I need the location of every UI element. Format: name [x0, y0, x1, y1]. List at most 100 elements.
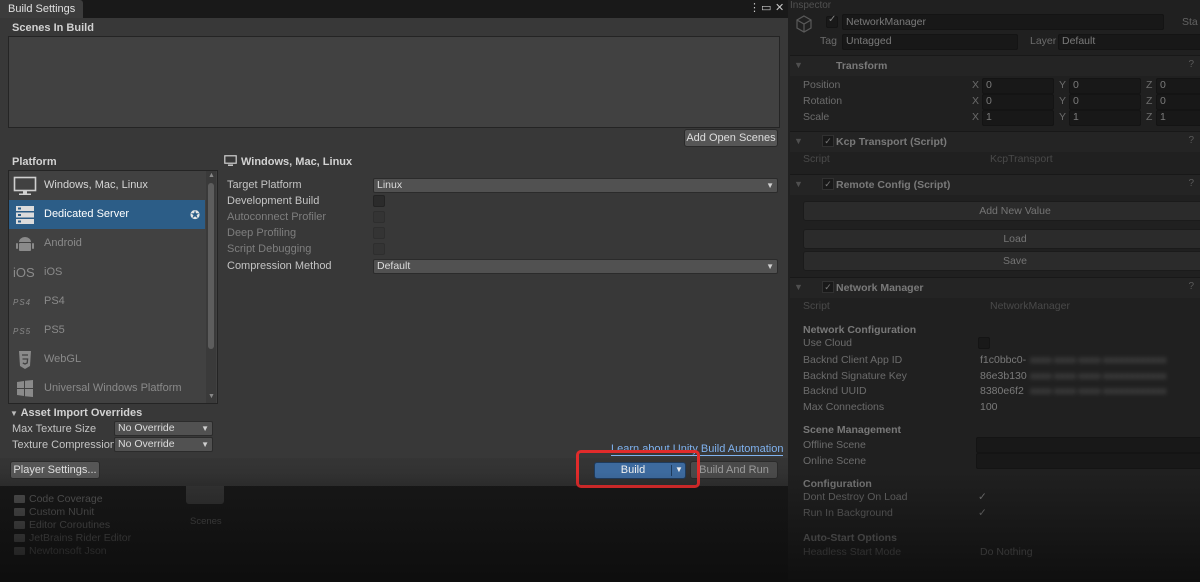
chevron-down-icon: ▼	[201, 424, 209, 433]
folder-icon	[14, 495, 25, 504]
tab-label: Build Settings	[8, 3, 76, 15]
rotation-y-field[interactable]	[1069, 94, 1141, 110]
client-app-id-value[interactable]: f1c0bbc0-	[980, 354, 1026, 366]
compression-method-dropdown[interactable]: Default ▼	[373, 259, 778, 274]
list-item[interactable]: Code Coverage	[14, 493, 103, 505]
signature-key-value[interactable]: 86e3b130	[980, 370, 1027, 382]
dont-destroy-label: Dont Destroy On Load	[803, 491, 908, 503]
nm-script-ref: NetworkManager	[990, 300, 1070, 312]
platform-item-dedicated-server[interactable]: Dedicated Server ✪	[9, 200, 205, 229]
check-icon[interactable]: ✓	[978, 507, 987, 519]
auto-start-options-heading: Auto-Start Options	[803, 532, 897, 544]
run-in-background-label: Run In Background	[803, 507, 893, 519]
autoconnect-profiler-checkbox[interactable]	[373, 211, 385, 223]
build-and-run-button[interactable]: Build And Run	[690, 461, 778, 479]
chevron-down-icon: ▼	[201, 440, 209, 449]
target-platform-dropdown[interactable]: Linux ▼	[373, 178, 778, 193]
platform-list[interactable]: Windows, Mac, Linux Dedicated Server ✪ A…	[8, 170, 218, 404]
tab-build-settings[interactable]: Build Settings	[0, 0, 84, 18]
kcp-transport-header[interactable]: ▼ ✓ Kcp Transport (Script) ?	[790, 131, 1200, 152]
offline-scene-label: Offline Scene	[803, 439, 866, 451]
platform-item-webgl[interactable]: WebGL	[9, 345, 205, 374]
remote-config-title: Remote Config (Script)	[836, 179, 951, 191]
more-options-icon[interactable]: ⋮	[749, 2, 760, 15]
script-label: Script	[803, 300, 830, 312]
uuid-value[interactable]: 8380e6f2	[980, 385, 1024, 397]
scale-y-field[interactable]	[1069, 110, 1141, 126]
enabled-checkbox[interactable]: ✓	[822, 178, 834, 190]
remote-config-header[interactable]: ▼ ✓ Remote Config (Script) ?	[790, 174, 1200, 195]
platform-item-ps4[interactable]: PS4 PS4	[9, 287, 205, 316]
platform-item-ios[interactable]: iOS iOS	[9, 258, 205, 287]
platform-item-ps5[interactable]: PS5 PS5	[9, 316, 205, 345]
platform-label: iOS	[44, 266, 63, 278]
script-debugging-checkbox[interactable]	[373, 243, 385, 255]
transform-title: Transform	[836, 60, 888, 72]
scenes-folder-label: Scenes	[190, 516, 222, 527]
platform-label: PS5	[44, 324, 65, 336]
close-icon[interactable]: ✕	[775, 2, 784, 15]
redacted-text: xxxx-xxxx-xxxx-xxxxxxxxxxxx	[1030, 385, 1167, 397]
scroll-down-icon[interactable]: ▼	[208, 393, 215, 400]
configuration-heading: Configuration	[803, 478, 872, 490]
inspector-tab[interactable]: Inspector	[790, 0, 831, 11]
scale-x-field[interactable]	[982, 110, 1054, 126]
network-configuration-heading: Network Configuration	[803, 324, 917, 336]
transform-header[interactable]: ▼ Transform ?	[790, 55, 1200, 76]
list-item[interactable]: Editor Coroutines	[14, 519, 110, 531]
maximize-icon[interactable]: ▭	[761, 2, 771, 15]
tag-value: Untagged	[846, 35, 892, 47]
load-button[interactable]: Load	[803, 229, 1200, 249]
rotation-x-field[interactable]	[982, 94, 1054, 110]
list-item[interactable]: Newtonsoft Json	[14, 545, 107, 557]
save-button[interactable]: Save	[803, 251, 1200, 271]
player-settings-button[interactable]: Player Settings...	[10, 461, 100, 479]
development-build-checkbox[interactable]	[373, 195, 385, 207]
script-debugging-label: Script Debugging	[227, 243, 312, 255]
help-icon[interactable]: ?	[1188, 281, 1194, 292]
list-item[interactable]: JetBrains Rider Editor	[14, 532, 131, 544]
texture-compression-value: No Override	[118, 438, 175, 450]
network-manager-header[interactable]: ▼ ✓ Network Manager ?	[790, 277, 1200, 298]
offline-scene-field[interactable]	[976, 437, 1200, 453]
deep-profiling-checkbox[interactable]	[373, 227, 385, 239]
deep-profiling-label: Deep Profiling	[227, 227, 297, 239]
add-new-value-button[interactable]: Add New Value	[803, 201, 1200, 221]
headless-start-mode-value[interactable]: Do Nothing	[980, 546, 1033, 558]
scroll-up-icon[interactable]: ▲	[208, 172, 215, 179]
help-icon[interactable]: ?	[1188, 178, 1194, 189]
autoconnect-profiler-label: Autoconnect Profiler	[227, 211, 327, 223]
scenes-folder-thumbnail[interactable]	[186, 486, 224, 504]
platform-label: Windows, Mac, Linux	[44, 179, 148, 191]
asset-import-overrides-foldout[interactable]: ▼ Asset Import Overrides	[10, 407, 142, 419]
network-manager-title: Network Manager	[836, 282, 924, 294]
platform-item-android[interactable]: Android	[9, 229, 205, 258]
scenes-list[interactable]	[8, 36, 780, 128]
axis-z-label: Z	[1146, 95, 1153, 107]
development-build-label: Development Build	[227, 195, 320, 207]
scrollbar-thumb[interactable]	[208, 183, 214, 349]
position-x-field[interactable]	[982, 78, 1054, 94]
enabled-checkbox[interactable]: ✓	[822, 135, 834, 147]
max-texture-size-dropdown[interactable]: No Override ▼	[114, 421, 213, 436]
position-y-field[interactable]	[1069, 78, 1141, 94]
use-cloud-checkbox[interactable]	[978, 337, 990, 349]
max-connections-value[interactable]: 100	[980, 401, 998, 413]
platform-heading: Platform	[12, 156, 57, 168]
list-item[interactable]: Custom NUnit	[14, 506, 94, 518]
help-icon[interactable]: ?	[1188, 59, 1194, 70]
online-scene-field[interactable]	[976, 453, 1200, 469]
texture-compression-dropdown[interactable]: No Override ▼	[114, 437, 213, 452]
help-icon[interactable]: ?	[1188, 135, 1194, 146]
platform-item-windows-mac-linux[interactable]: Windows, Mac, Linux	[9, 171, 205, 200]
redacted-text: xxxx-xxxx-xxxx-xxxxxxxxxxxx	[1030, 354, 1167, 366]
fold-icon: ▼	[794, 60, 803, 70]
position-y-value: 0	[1073, 79, 1079, 91]
platform-item-uwp[interactable]: Universal Windows Platform	[9, 374, 205, 403]
script-label: Script	[803, 153, 830, 165]
enabled-checkbox[interactable]: ✓	[822, 281, 834, 293]
fold-icon: ▼	[794, 282, 803, 292]
check-icon[interactable]: ✓	[978, 491, 987, 503]
add-open-scenes-button[interactable]: Add Open Scenes	[684, 129, 778, 147]
target-platform-value: Linux	[377, 179, 403, 191]
